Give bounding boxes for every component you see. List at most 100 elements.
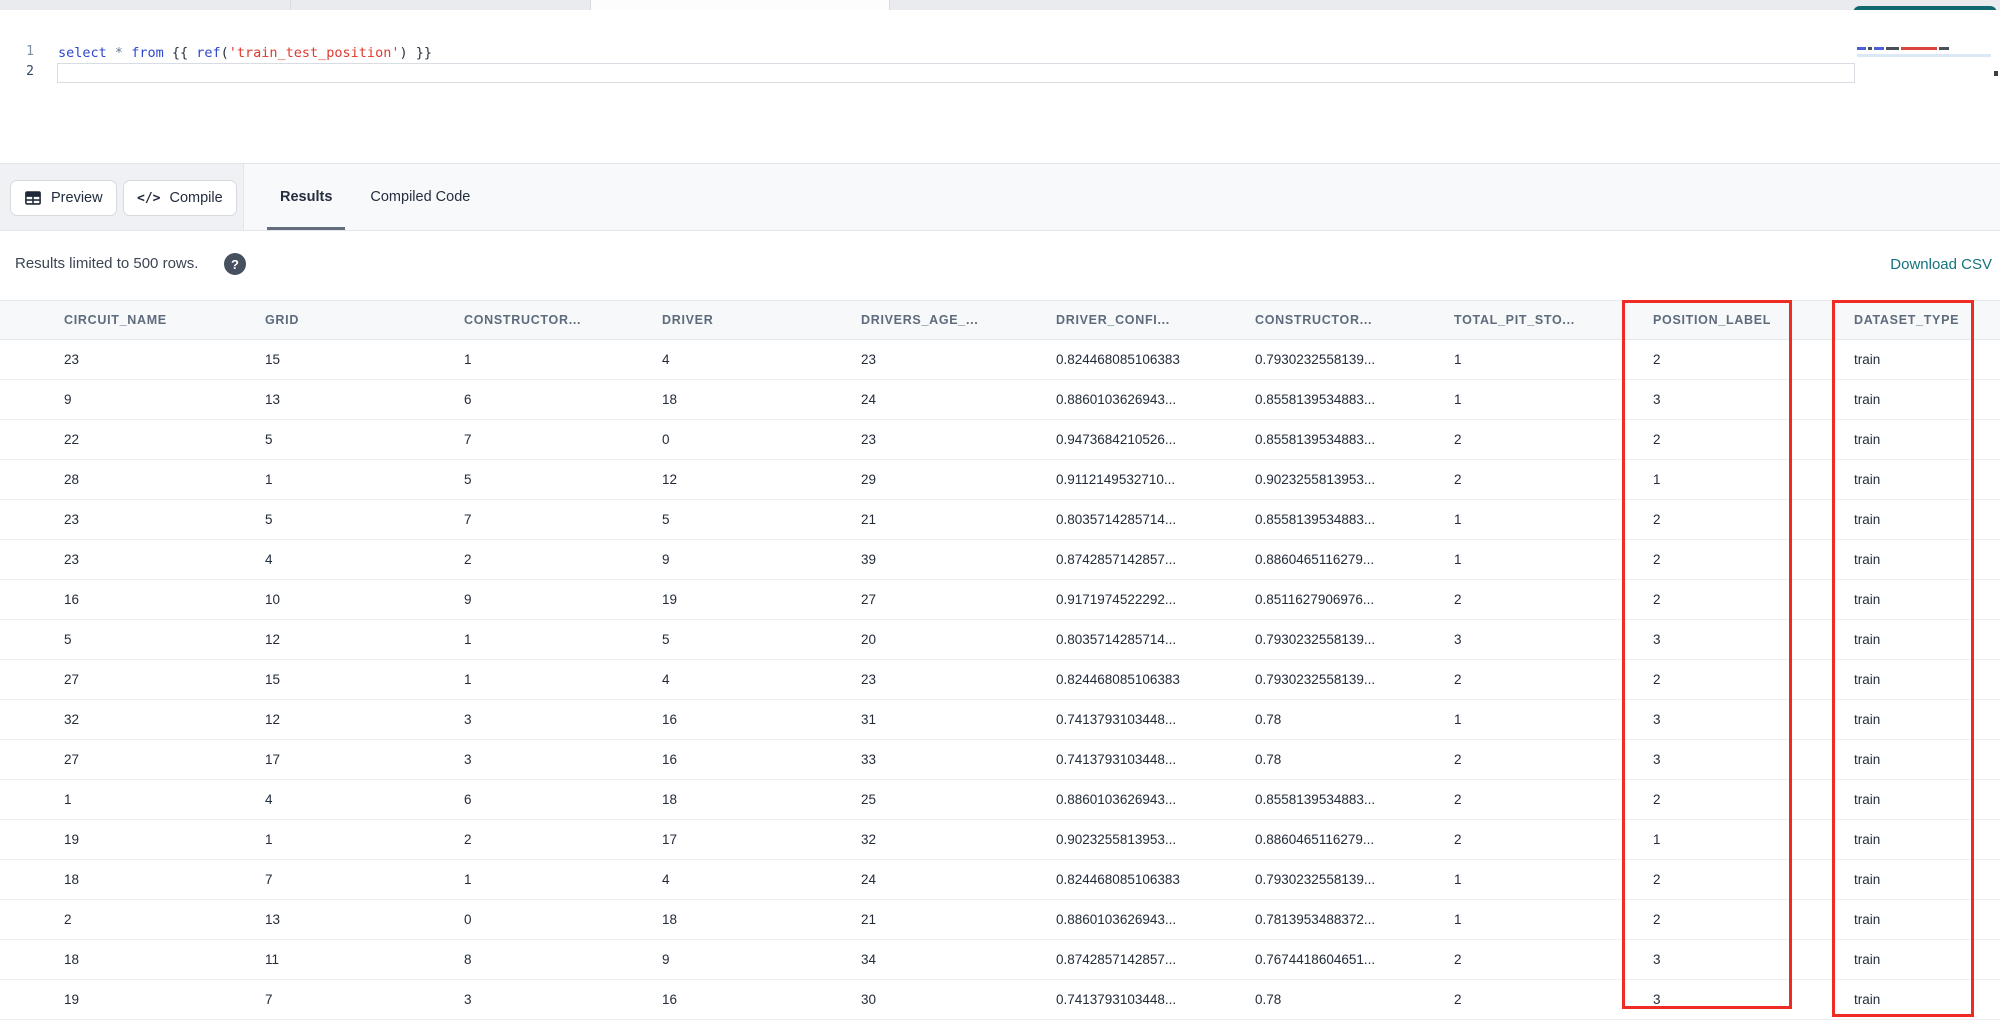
help-icon[interactable]: ? <box>224 253 246 275</box>
table-cell: 1 <box>1454 912 1462 927</box>
table-cell: train <box>1854 352 1881 367</box>
table-cell: 2 <box>1454 432 1462 447</box>
table-cell: 21 <box>861 912 877 927</box>
table-cell: 23 <box>861 352 877 367</box>
table-cell: 0.78 <box>1255 752 1282 767</box>
table-cell: 0.8742857142857... <box>1056 952 1177 967</box>
table-cell: 22 <box>64 432 80 447</box>
table-cell: 0.78 <box>1255 992 1282 1007</box>
table-cell: 2 <box>1454 592 1462 607</box>
table-cell: 32 <box>861 832 877 847</box>
table-cell: 0.8742857142857... <box>1056 552 1177 567</box>
sql-line-1[interactable]: select * from {{ ref('train_test_positio… <box>58 43 432 63</box>
table-cell: 12 <box>265 712 281 727</box>
table-cell: 3 <box>1653 952 1661 967</box>
table-cell: 0.9112149532710... <box>1056 472 1176 487</box>
results-table: CIRCUIT_NAME GRID CONSTRUCTOR... DRIVER DRIV… <box>0 300 2000 1020</box>
sql-token: }} <box>407 45 432 61</box>
table-cell: 2 <box>64 912 72 927</box>
table-cell: 16 <box>662 712 678 727</box>
table-cell: 0.824468085106383 <box>1056 352 1180 367</box>
table-row: 5 12 1 5 20 0.8035714285714... 0.7930232558139… <box>0 620 2000 660</box>
table-row: 18 7 1 4 24 0.824468085106383 0.7930232558139.… <box>0 860 2000 900</box>
panel-header: Preview </> Compile Results Compiled Cod… <box>0 163 2000 231</box>
table-cell: 19 <box>64 992 80 1007</box>
table-cell: 16 <box>662 992 678 1007</box>
table-cell: 25 <box>861 792 877 807</box>
table-cell: 3 <box>464 712 472 727</box>
table-cell: 0.8035714285714... <box>1056 512 1177 527</box>
table-cell: 6 <box>464 392 472 407</box>
preview-button[interactable]: Preview <box>10 180 117 216</box>
column-header: DATASET_TYPE <box>1854 313 1960 327</box>
line-number-1: 1 <box>26 44 34 59</box>
table-cell: 18 <box>662 392 678 407</box>
sql-token: ) <box>399 45 408 61</box>
table-cell: 1 <box>1454 872 1462 887</box>
table-cell: 7 <box>464 512 472 527</box>
table-cell: 0.9023255813953... <box>1255 472 1376 487</box>
table-cell: 2 <box>1454 752 1462 767</box>
column-header: DRIVER_CONFI... <box>1056 313 1170 327</box>
table-cell: train <box>1854 792 1881 807</box>
minimap-selection <box>1857 54 1991 57</box>
table-cell: 12 <box>662 472 678 487</box>
table-cell: 0.7413793103448... <box>1056 712 1177 727</box>
table-row: 22 5 7 0 23 0.9473684210526... 0.8558139534883… <box>0 420 2000 460</box>
code-editor[interactable]: 1 2 select * from {{ ref('train_test_pos… <box>0 10 2000 163</box>
table-cell: 4 <box>662 872 670 887</box>
active-file-tab[interactable] <box>590 0 890 10</box>
table-cell: 2 <box>1653 432 1661 447</box>
table-row: 19 1 2 17 32 0.9023255813953... 0.886046511627… <box>0 820 2000 860</box>
table-cell: 24 <box>861 872 877 887</box>
sql-token: from <box>131 45 164 61</box>
table-cell: train <box>1854 592 1881 607</box>
sql-line-2-active-line[interactable] <box>57 63 1855 83</box>
table-cell: 18 <box>64 952 80 967</box>
table-cell: 2 <box>1653 672 1661 687</box>
table-cell: 0.8860103626943... <box>1056 792 1177 807</box>
table-cell: train <box>1854 632 1881 647</box>
table-cell: 0.7930232558139... <box>1255 352 1376 367</box>
table-cell: 0.78 <box>1255 712 1282 727</box>
download-csv-link[interactable]: Download CSV <box>1890 256 1992 273</box>
table-cell: 0.7930232558139... <box>1255 632 1376 647</box>
table-cell: 5 <box>464 472 472 487</box>
table-cell: 39 <box>861 552 877 567</box>
table-grid-icon <box>25 191 41 205</box>
table-cell: 2 <box>1653 872 1661 887</box>
table-cell: 0.7674418604651... <box>1255 952 1376 967</box>
table-cell: 9 <box>662 952 670 967</box>
table-cell: 0.7930232558139... <box>1255 872 1376 887</box>
table-cell: 0.8860465116279... <box>1255 832 1375 847</box>
table-cell: 10 <box>265 592 281 607</box>
table-cell: 23 <box>64 352 80 367</box>
table-cell: train <box>1854 952 1881 967</box>
table-cell: 5 <box>265 432 273 447</box>
table-cell: 2 <box>1454 792 1462 807</box>
table-cell: 1 <box>1454 512 1462 527</box>
table-cell: 27 <box>64 752 80 767</box>
tab-compiled-code[interactable]: Compiled Code <box>365 164 475 230</box>
table-cell: 29 <box>861 472 877 487</box>
minimap[interactable] <box>1857 47 1991 57</box>
table-cell: 18 <box>64 872 80 887</box>
tab-results[interactable]: Results <box>266 164 346 230</box>
table-cell: train <box>1854 392 1881 407</box>
compile-label: Compile <box>169 190 223 206</box>
table-cell: train <box>1854 512 1881 527</box>
minimap-code-line <box>1857 47 1991 51</box>
table-cell: 2 <box>1653 912 1661 927</box>
table-body: 23 15 1 4 23 0.824468085106383 0.7930232558139… <box>0 340 2000 1020</box>
compile-button[interactable]: </> Compile <box>123 180 237 216</box>
table-cell: 18 <box>662 792 678 807</box>
column-header: CONSTRUCTOR... <box>464 313 582 327</box>
table-cell: train <box>1854 712 1881 727</box>
table-cell: 30 <box>861 992 877 1007</box>
table-cell: 0.8558139534883... <box>1255 432 1376 447</box>
column-header: CONSTRUCTOR... <box>1255 313 1373 327</box>
table-row: 19 7 3 16 30 0.7413793103448... 0.78 2 3 train <box>0 980 2000 1020</box>
table-cell: 27 <box>861 592 877 607</box>
table-cell: 9 <box>64 392 72 407</box>
